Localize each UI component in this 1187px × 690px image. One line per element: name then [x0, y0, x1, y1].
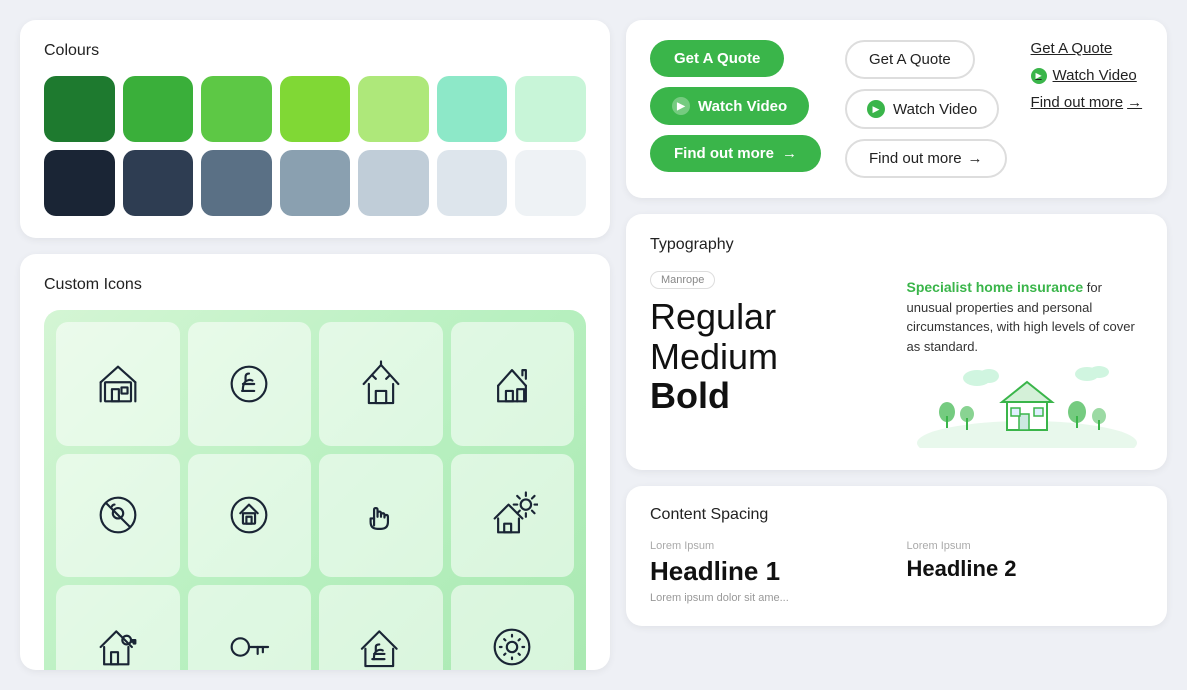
- play-icon-3: ▶: [1031, 68, 1047, 84]
- play-icon-1: ▶: [672, 97, 690, 115]
- find-more-label-2: Find out more: [869, 150, 962, 167]
- icon-house-partial: [451, 322, 575, 446]
- swatch-11: [280, 150, 351, 216]
- icon-key: [188, 585, 312, 670]
- typo-medium: Medium: [650, 337, 887, 377]
- headline-1: Headline 1: [650, 556, 887, 587]
- typography-title: Typography: [650, 236, 1143, 254]
- swatch-3: [201, 76, 272, 142]
- colour-row-darks: [44, 150, 586, 216]
- get-quote-button-1[interactable]: Get A Quote: [650, 40, 784, 77]
- arrow-icon-1: →: [782, 145, 797, 162]
- typo-illustration: [907, 368, 1144, 448]
- watch-video-label-3: Watch Video: [1053, 67, 1137, 84]
- icon-house-peak: [319, 322, 443, 446]
- find-more-button-1[interactable]: Find out more →: [650, 135, 821, 172]
- icon-pound: [188, 322, 312, 446]
- swatch-2: [123, 76, 194, 142]
- colours-card: Colours: [20, 20, 610, 238]
- typography-description: Specialist home insurance for unusual pr…: [907, 278, 1144, 356]
- spacing-body-1: Lorem ipsum dolor sit ame...: [650, 591, 887, 606]
- icons-title: Custom Icons: [44, 276, 586, 294]
- watch-video-label-1: Watch Video: [698, 98, 787, 115]
- get-quote-button-3[interactable]: Get A Quote: [1031, 40, 1113, 57]
- swatch-6: [437, 76, 508, 142]
- colours-title: Colours: [44, 42, 586, 60]
- play-icon-2: ▶: [867, 100, 885, 118]
- watch-video-label-2: Watch Video: [893, 101, 977, 118]
- lorem-label-1: Lorem Ipsum: [650, 540, 887, 552]
- get-quote-button-2[interactable]: Get A Quote: [845, 40, 975, 79]
- find-more-label-3: Find out more: [1031, 94, 1124, 111]
- icons-grid-wrapper: [44, 310, 586, 670]
- find-more-button-3[interactable]: Find out more →: [1031, 94, 1143, 111]
- arrow-icon-3: →: [1127, 94, 1142, 111]
- btn-col-link: Get A Quote ▶ Watch Video Find out more …: [1031, 40, 1143, 111]
- typography-samples: Regular Medium Bold: [650, 297, 887, 416]
- colour-row-greens: [44, 76, 586, 142]
- colours-grid: [44, 76, 586, 216]
- icon-house-pound: [319, 585, 443, 670]
- watch-video-button-3[interactable]: ▶ Watch Video: [1031, 67, 1137, 84]
- swatch-1: [44, 76, 115, 142]
- spacing-col-1: Lorem Ipsum Headline 1 Lorem ipsum dolor…: [650, 540, 887, 606]
- content-spacing-title: Content Spacing: [650, 506, 1143, 524]
- icon-house-shield: [188, 454, 312, 578]
- swatch-4: [280, 76, 351, 142]
- swatch-5: [358, 76, 429, 142]
- icons-grid: [56, 322, 574, 670]
- icon-house-key: [56, 585, 180, 670]
- headline-2: Headline 2: [907, 556, 1144, 582]
- swatch-10: [201, 150, 272, 216]
- typography-left: Manrope Regular Medium Bold: [650, 270, 887, 448]
- spacing-col-2: Lorem Ipsum Headline 2: [907, 540, 1144, 606]
- swatch-13: [437, 150, 508, 216]
- typo-regular: Regular: [650, 297, 887, 337]
- typo-bold: Bold: [650, 376, 887, 416]
- swatch-7: [515, 76, 586, 142]
- btn-col-outline: Get A Quote ▶ Watch Video Find out more …: [845, 40, 1007, 178]
- swatch-8: [44, 150, 115, 216]
- btn-col-filled: Get A Quote ▶ Watch Video Find out more …: [650, 40, 821, 172]
- icon-no-cross: [56, 454, 180, 578]
- icon-house: [56, 322, 180, 446]
- icon-gear-circle: [451, 585, 575, 670]
- spacing-inner: Lorem Ipsum Headline 1 Lorem ipsum dolor…: [650, 540, 1143, 606]
- find-more-button-2[interactable]: Find out more →: [845, 139, 1007, 178]
- typography-card: Typography Manrope Regular Medium Bold S…: [626, 214, 1167, 470]
- swatch-14: [515, 150, 586, 216]
- swatch-12: [358, 150, 429, 216]
- typo-green-text: Specialist home insurance: [907, 279, 1084, 295]
- buttons-card: Get A Quote ▶ Watch Video Find out more …: [626, 20, 1167, 198]
- typography-inner: Manrope Regular Medium Bold Specialist h…: [650, 270, 1143, 448]
- find-more-label-1: Find out more: [674, 145, 774, 162]
- lorem-label-2: Lorem Ipsum: [907, 540, 1144, 552]
- watch-video-button-2[interactable]: ▶ Watch Video: [845, 89, 999, 129]
- custom-icons-card: Custom Icons: [20, 254, 610, 670]
- watch-video-button-1[interactable]: ▶ Watch Video: [650, 87, 809, 125]
- content-spacing-card: Content Spacing Lorem Ipsum Headline 1 L…: [626, 486, 1167, 626]
- typography-right: Specialist home insurance for unusual pr…: [907, 270, 1144, 448]
- buttons-layout: Get A Quote ▶ Watch Video Find out more …: [650, 40, 1143, 178]
- icon-stop-hand: [319, 454, 443, 578]
- swatch-9: [123, 150, 194, 216]
- icon-house-sun: [451, 454, 575, 578]
- font-label: Manrope: [650, 271, 715, 289]
- arrow-icon-2: →: [968, 150, 983, 167]
